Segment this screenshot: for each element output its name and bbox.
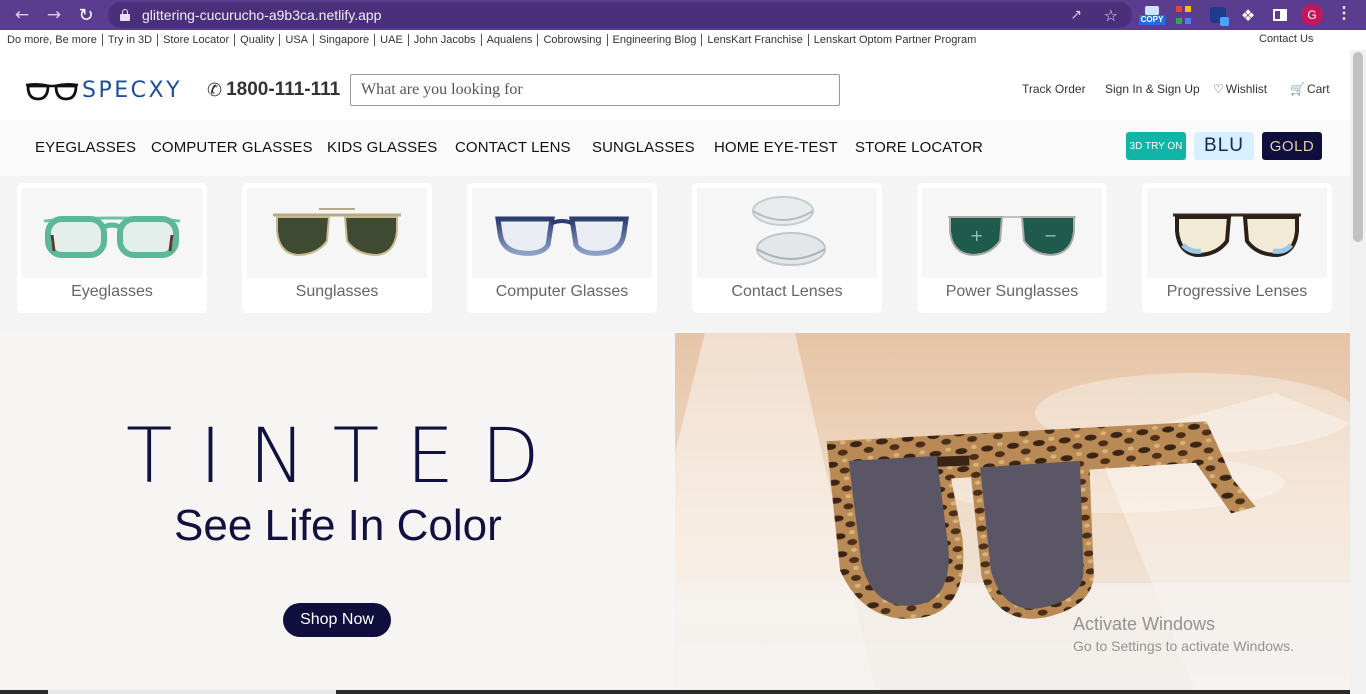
gold-badge[interactable]: GOLD	[1262, 132, 1322, 160]
horizontal-scrollbar[interactable]	[0, 690, 1350, 694]
tile-label: Sunglasses	[295, 283, 379, 300]
wishlist-label: Wishlist	[1225, 82, 1268, 96]
side-panel-icon[interactable]	[1270, 4, 1290, 26]
tile-label: Eyeglasses	[71, 283, 153, 300]
specxy-logo[interactable]: SPECXY	[24, 78, 182, 103]
tile-power-sunglasses[interactable]: + − Power Sunglasses	[917, 183, 1107, 313]
tile-progressive-lenses[interactable]: Progressive Lenses	[1142, 183, 1332, 313]
browser-toolbar: ← → ↻ glittering-cucurucho-a9b3ca.netlif…	[0, 0, 1366, 30]
phone-number[interactable]: ✆ 1800-111-111	[207, 79, 340, 101]
tile-label: Computer Glasses	[495, 283, 629, 300]
top-links: Do more, Be more Try in 3D Store Locator Qu…	[0, 34, 981, 46]
tile-label: Contact Lenses	[731, 283, 843, 300]
hero-text-panel: TINTED See Life In Color Shop Now	[0, 333, 675, 690]
top-link[interactable]: Try in 3D	[103, 34, 159, 46]
hero-title: TINTED	[126, 411, 567, 500]
top-link[interactable]: Store Locator	[158, 34, 236, 46]
glasses-logo-icon	[25, 82, 79, 100]
back-arrow-icon[interactable]: ←	[6, 0, 38, 30]
top-link[interactable]: Engineering Blog	[608, 34, 703, 46]
nav-sunglasses[interactable]: SUNGLASSES	[592, 139, 695, 156]
vertical-scrollbar[interactable]	[1350, 50, 1366, 694]
bookmark-star-icon[interactable]: ☆	[1104, 6, 1118, 25]
top-link[interactable]: Singapore	[314, 34, 376, 46]
windows-watermark-text: Go to Settings to activate Windows.	[1073, 638, 1294, 654]
contact-lenses-image	[697, 188, 877, 278]
blu-badge[interactable]: BLU	[1194, 132, 1254, 160]
reload-icon[interactable]: ↻	[70, 0, 102, 30]
copy-extension-icon[interactable]: COPY	[1138, 4, 1166, 26]
hero-subtitle: See Life In Color	[174, 501, 502, 550]
nav-eyeglasses[interactable]: EYEGLASSES	[35, 139, 136, 156]
aviator-sunglasses-image	[247, 188, 427, 278]
cart-icon: 🛒	[1290, 82, 1305, 96]
grid-extension-icon[interactable]	[1176, 4, 1192, 26]
windows-watermark-title: Activate Windows	[1073, 614, 1216, 634]
address-bar[interactable]: glittering-cucurucho-a9b3ca.netlify.app …	[108, 2, 1132, 28]
progressive-lenses-image	[1147, 188, 1327, 278]
hero-sunglasses-image	[675, 333, 1350, 690]
tile-label: Power Sunglasses	[945, 283, 1079, 300]
nav-kids-glasses[interactable]: KIDS GLASSES	[327, 139, 437, 156]
top-link[interactable]: LensKart Franchise	[702, 34, 809, 46]
forward-arrow-icon[interactable]: →	[38, 0, 70, 30]
phone-number-text: 1800-111-111	[226, 79, 341, 100]
svg-text:−: −	[1044, 226, 1057, 245]
top-link[interactable]: Do more, Be more	[7, 34, 103, 46]
category-tiles: Eyeglasses Sunglasses Computer Glasses C…	[0, 176, 1350, 333]
logo-wordmark: SPECXY	[82, 78, 183, 103]
scrollbar-thumb[interactable]	[1353, 52, 1363, 242]
top-link[interactable]: John Jacobs	[409, 34, 482, 46]
cart-label: Cart	[1306, 82, 1330, 96]
top-link-bar: Do more, Be more Try in 3D Store Locator Qu…	[0, 30, 1366, 50]
track-order-link[interactable]: Track Order	[1022, 82, 1086, 96]
lock-icon	[120, 9, 130, 21]
green-eyeglasses-image	[22, 188, 202, 278]
computer-glasses-image	[472, 188, 652, 278]
site-header: SPECXY ✆ 1800-111-111 Track Order Sign I…	[0, 50, 1350, 120]
top-link[interactable]: Quality	[235, 34, 281, 46]
heart-icon: ♡	[1213, 82, 1224, 96]
3d-try-on-badge[interactable]: 3D TRY ON	[1126, 132, 1186, 160]
nav-home-eye-test[interactable]: HOME EYE-TEST	[714, 139, 838, 156]
horizontal-scrollbar-thumb[interactable]	[48, 690, 336, 694]
top-link[interactable]: Cobrowsing	[538, 34, 608, 46]
search-input[interactable]	[350, 74, 840, 106]
sign-in-link[interactable]: Sign In & Sign Up	[1105, 82, 1200, 96]
tile-label: Progressive Lenses	[1166, 283, 1308, 300]
contact-us-link[interactable]: Contact Us	[1259, 33, 1313, 45]
translate-extension-icon[interactable]	[1208, 4, 1229, 26]
nav-computer-glasses[interactable]: COMPUTER GLASSES	[151, 139, 313, 156]
tile-contact-lenses[interactable]: Contact Lenses	[692, 183, 882, 313]
hero-banner: TINTED See Life In Color Shop Now	[0, 333, 1350, 690]
url-text: glittering-cucurucho-a9b3ca.netlify.app	[142, 7, 382, 23]
top-link[interactable]: Aqualens	[482, 34, 539, 46]
profile-avatar[interactable]: G	[1301, 4, 1323, 26]
phone-icon: ✆	[207, 79, 223, 101]
tile-eyeglasses[interactable]: Eyeglasses	[17, 183, 207, 313]
top-link[interactable]: USA	[280, 34, 315, 46]
cart-link[interactable]: 🛒 Cart	[1290, 82, 1330, 96]
extensions-puzzle-icon[interactable]: ❖	[1238, 4, 1258, 26]
shop-now-button[interactable]: Shop Now	[283, 603, 391, 637]
top-link[interactable]: UAE	[375, 34, 409, 46]
tile-sunglasses[interactable]: Sunglasses	[242, 183, 432, 313]
svg-text:+: +	[970, 226, 983, 245]
tile-computer-glasses[interactable]: Computer Glasses	[467, 183, 657, 313]
power-sunglasses-image: + −	[922, 188, 1102, 278]
top-link[interactable]: Lenskart Optom Partner Program	[809, 34, 982, 46]
wishlist-link[interactable]: ♡ Wishlist	[1213, 82, 1267, 96]
nav-store-locator[interactable]: STORE LOCATOR	[855, 139, 983, 156]
share-icon[interactable]: ↗	[1070, 7, 1082, 23]
browser-menu-icon[interactable]: ⋮	[1334, 5, 1354, 25]
nav-contact-lens[interactable]: CONTACT LENS	[455, 139, 571, 156]
category-nav: EYEGLASSES COMPUTER GLASSES KIDS GLASSES…	[0, 120, 1350, 176]
